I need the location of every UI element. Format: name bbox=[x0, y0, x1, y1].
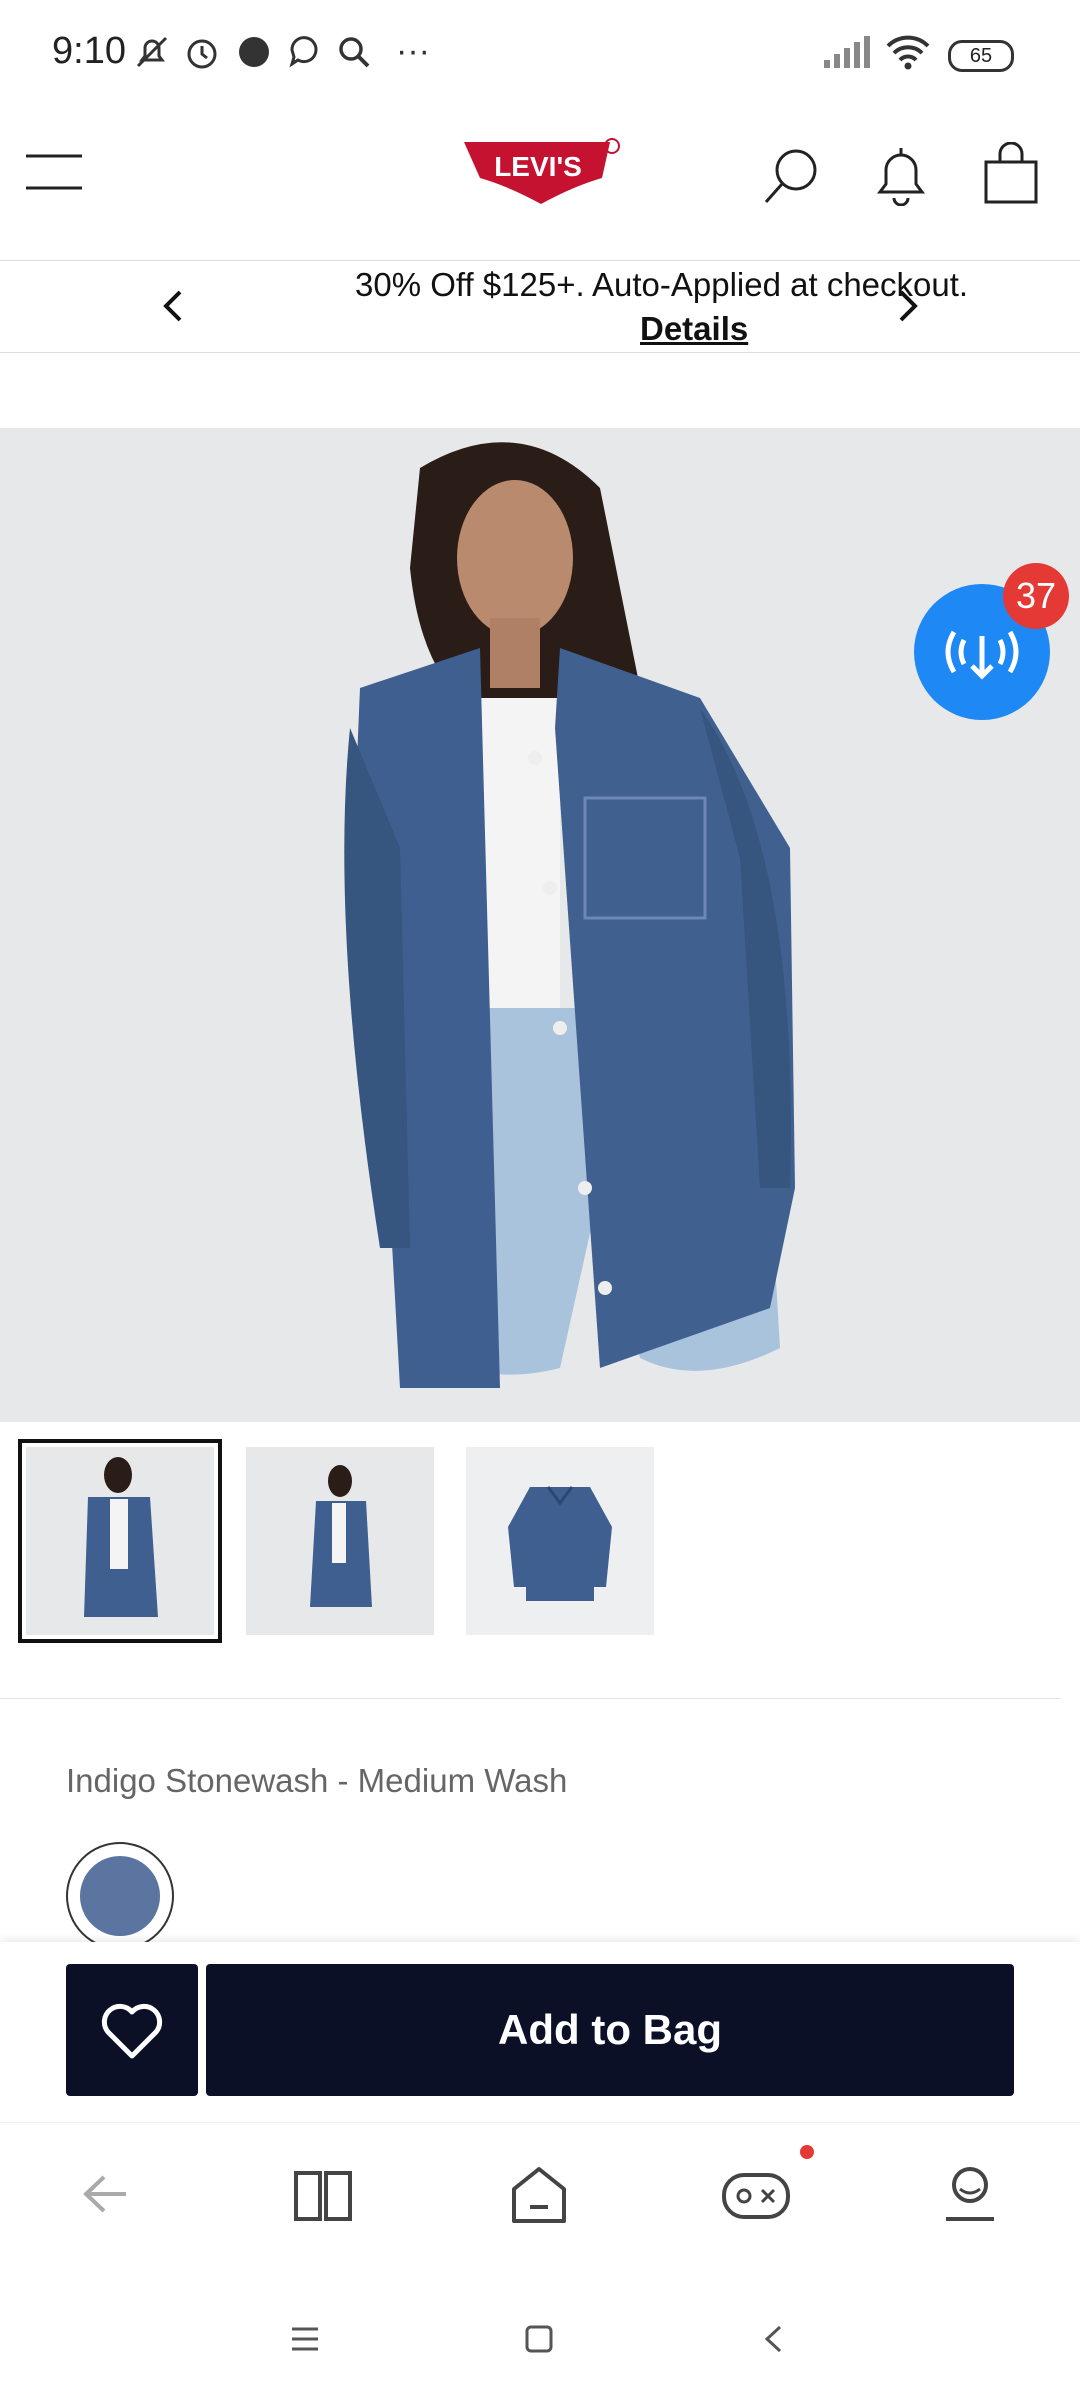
status-time: 9:10 bbox=[52, 30, 126, 72]
mute-icon bbox=[132, 32, 172, 72]
search-icon[interactable] bbox=[762, 146, 822, 206]
swatch-fill bbox=[80, 1856, 160, 1936]
promo-details-link[interactable]: Details bbox=[640, 310, 748, 348]
thumbnail-3[interactable] bbox=[466, 1447, 654, 1635]
home-icon[interactable] bbox=[508, 2165, 570, 2225]
notification-dot bbox=[800, 2145, 814, 2159]
promo-text: 30% Off $125+. Auto-Applied at checkout. bbox=[355, 266, 969, 303]
bag-icon[interactable] bbox=[982, 142, 1040, 206]
book-icon[interactable] bbox=[292, 2167, 354, 2223]
promo-banner: 30% Off $125+. Auto-Applied at checkout.… bbox=[0, 262, 1080, 353]
signal-icon bbox=[822, 32, 874, 72]
levis-logo[interactable]: LEVI'S bbox=[462, 138, 620, 208]
wishlist-button[interactable] bbox=[66, 1964, 198, 2096]
battery-indicator: 65 bbox=[948, 40, 1014, 72]
back-arrow-icon[interactable] bbox=[80, 2169, 130, 2219]
bell-icon[interactable] bbox=[872, 144, 930, 206]
more-dots-icon: ··· bbox=[396, 32, 430, 70]
gamepad-icon[interactable] bbox=[720, 2167, 792, 2223]
thumbnail-2[interactable] bbox=[246, 1447, 434, 1635]
thumbnail-1[interactable] bbox=[18, 1439, 222, 1643]
chevron-left-icon[interactable] bbox=[160, 286, 186, 326]
color-swatch-selected[interactable] bbox=[66, 1842, 174, 1950]
add-to-bag-button[interactable]: Add to Bag bbox=[206, 1964, 1014, 2096]
heart-icon bbox=[101, 2003, 163, 2059]
menu-icon[interactable] bbox=[26, 152, 84, 192]
recent-apps-icon[interactable] bbox=[290, 2326, 320, 2352]
section-divider bbox=[0, 1698, 1060, 1699]
home-button-icon[interactable] bbox=[524, 2324, 554, 2354]
profile-icon[interactable] bbox=[940, 2163, 1000, 2223]
chevron-right-icon[interactable] bbox=[895, 286, 921, 326]
system-back-icon[interactable] bbox=[762, 2324, 784, 2354]
status-bar: 9:10 ··· 65 bbox=[0, 0, 1080, 100]
color-name-label: Indigo Stonewash - Medium Wash bbox=[66, 1762, 568, 1799]
browser-nav-bar bbox=[0, 2122, 1080, 2273]
planet-icon bbox=[234, 32, 274, 72]
notification-count-badge: 37 bbox=[1003, 563, 1069, 629]
search-status-icon bbox=[334, 32, 374, 72]
viber-icon bbox=[284, 32, 324, 72]
wifi-icon bbox=[884, 32, 932, 72]
svg-text:LEVI'S: LEVI'S bbox=[494, 151, 582, 182]
system-nav-bar bbox=[0, 2272, 1080, 2400]
alarm-icon bbox=[182, 32, 222, 72]
app-header: LEVI'S bbox=[0, 110, 1080, 261]
product-main-image[interactable] bbox=[0, 428, 1080, 1422]
